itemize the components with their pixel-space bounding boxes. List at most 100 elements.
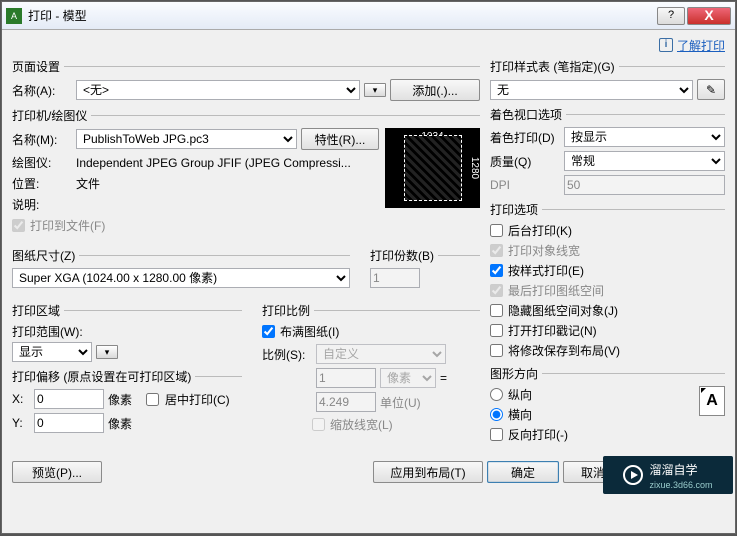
plot-paperspace-last-label: 最后打印图纸空间: [508, 282, 604, 299]
landscape-label: 横向: [508, 406, 532, 423]
scale-den-input: [316, 392, 376, 412]
copies-title: 打印份数(B): [370, 247, 434, 264]
add-page-setup-button[interactable]: 添加(.)...: [390, 79, 480, 101]
background-print-label: 后台打印(K): [508, 222, 572, 239]
offset-x-input[interactable]: [34, 389, 104, 409]
portrait-radio[interactable]: [490, 388, 503, 401]
scale-title: 打印比例: [262, 302, 310, 319]
equals-label: =: [440, 371, 447, 385]
title-bar: A 打印 - 模型 ? X: [2, 2, 735, 30]
brush-icon: ✎: [706, 83, 716, 97]
print-range-label: 打印范围(W):: [12, 325, 83, 339]
paper-size-select[interactable]: Super XGA (1024.00 x 1280.00 像素): [12, 268, 350, 288]
plot-options-title: 打印选项: [490, 201, 538, 218]
shaded-viewport-title: 着色视口选项: [490, 106, 562, 123]
shade-print-label: 着色打印(D): [490, 129, 560, 146]
window-title: 打印 - 模型: [28, 7, 87, 24]
info-icon: i: [659, 38, 673, 52]
preview-height: 1280: [469, 157, 480, 179]
scale-ratio-label: 比例(S):: [262, 346, 312, 363]
plotter-value: Independent JPEG Group JFIF (JPEG Compre…: [76, 156, 351, 170]
scale-ratio-select: 自定义: [316, 344, 446, 364]
plot-style-group: 打印样式表 (笔指定)(G) 无 ✎: [490, 58, 725, 100]
desc-label: 说明:: [12, 196, 72, 213]
plot-options-group: 打印选项 后台打印(K) 打印对象线宽 按样式打印(E) 最后打印图纸空间 隐藏…: [490, 201, 725, 359]
plot-with-styles-label: 按样式打印(E): [508, 262, 584, 279]
scale-lineweight-checkbox: [312, 418, 325, 431]
print-to-file-label: 打印到文件(F): [30, 217, 105, 234]
page-setup-name-select[interactable]: <无>: [76, 80, 360, 100]
plot-with-styles-checkbox[interactable]: [490, 264, 503, 277]
scale-group: 打印比例 布满图纸(I) 比例(S): 自定义 像素 =: [262, 302, 480, 433]
background-print-checkbox[interactable]: [490, 224, 503, 237]
location-value: 文件: [76, 175, 100, 192]
printer-title: 打印机/绘图仪: [12, 107, 87, 124]
page-setup-dropdown-icon[interactable]: ▾: [364, 83, 386, 97]
plot-paperspace-last-checkbox: [490, 284, 503, 297]
print-area-title: 打印区域: [12, 302, 60, 319]
preview-button[interactable]: 预览(P)...: [12, 461, 102, 483]
learn-print-link[interactable]: 了解打印: [677, 37, 725, 54]
preview-page-icon: [404, 135, 462, 201]
print-area-group: 打印区域 打印范围(W): 显示 ▾: [12, 302, 242, 362]
hide-paperspace-label: 隐藏图纸空间对象(J): [508, 302, 618, 319]
app-icon: A: [6, 8, 22, 24]
page-setup-title: 页面设置: [12, 58, 60, 75]
plot-style-select[interactable]: 无: [490, 80, 693, 100]
watermark-overlay: 溜溜自学 zixue.3d66.com: [603, 456, 733, 494]
quality-select[interactable]: 常规: [564, 151, 725, 171]
center-print-checkbox[interactable]: [146, 393, 159, 406]
offset-y-input[interactable]: [34, 413, 104, 433]
shaded-viewport-group: 着色视口选项 着色打印(D)按显示 质量(Q)常规 DPI: [490, 106, 725, 195]
orientation-preview-icon: A: [699, 386, 725, 416]
watermark-sub: zixue.3d66.com: [649, 480, 712, 490]
quality-label: 质量(Q): [490, 153, 560, 170]
play-icon: [623, 465, 643, 485]
orientation-group: 图形方向 纵向 横向 反向打印(-) A: [490, 365, 725, 446]
upside-down-label: 反向打印(-): [508, 426, 568, 443]
location-label: 位置:: [12, 175, 72, 192]
save-to-layout-label: 将修改保存到布局(V): [508, 342, 620, 359]
dpi-input: [564, 175, 725, 195]
center-print-label: 居中打印(C): [165, 391, 230, 408]
plot-style-edit-button[interactable]: ✎: [697, 79, 725, 100]
close-window-button[interactable]: X: [687, 7, 731, 25]
fit-to-paper-checkbox[interactable]: [262, 325, 275, 338]
page-setup-group: 页面设置 名称(A): <无> ▾ 添加(.)...: [12, 58, 480, 101]
offset-title: 打印偏移 (原点设置在可打印区域): [12, 368, 191, 385]
portrait-label: 纵向: [508, 386, 532, 403]
offset-y-unit: 像素: [108, 415, 132, 432]
copies-group: 打印份数(B): [370, 247, 480, 288]
paper-size-group: 图纸尺寸(Z) Super XGA (1024.00 x 1280.00 像素): [12, 247, 350, 288]
print-range-dropdown-icon[interactable]: ▾: [96, 345, 118, 359]
plot-stamp-label: 打开打印戳记(N): [508, 322, 597, 339]
scale-unit1-select: 像素: [380, 368, 436, 388]
offset-x-label: X:: [12, 392, 30, 406]
page-setup-name-label: 名称(A):: [12, 82, 72, 99]
scale-lineweight-label: 缩放线宽(L): [330, 416, 393, 433]
apply-layout-button[interactable]: 应用到布局(T): [373, 461, 483, 483]
plot-style-title: 打印样式表 (笔指定)(G): [490, 58, 615, 75]
hide-paperspace-checkbox[interactable]: [490, 304, 503, 317]
offset-x-unit: 像素: [108, 391, 132, 408]
printer-properties-button[interactable]: 特性(R)...: [301, 128, 379, 150]
copies-input: [370, 268, 420, 288]
ok-button[interactable]: 确定: [487, 461, 559, 483]
printer-name-label: 名称(M):: [12, 131, 72, 148]
offset-group: 打印偏移 (原点设置在可打印区域) X: 像素 居中打印(C) Y:: [12, 368, 242, 433]
paper-preview: 1024 1280: [385, 128, 480, 208]
landscape-radio[interactable]: [490, 408, 503, 421]
print-range-select[interactable]: 显示: [12, 342, 92, 362]
save-to-layout-checkbox[interactable]: [490, 344, 503, 357]
watermark-name: 溜溜自学: [649, 461, 712, 478]
plot-lineweights-label: 打印对象线宽: [508, 242, 580, 259]
upside-down-checkbox[interactable]: [490, 428, 503, 441]
print-to-file-checkbox: [12, 219, 25, 232]
plot-lineweights-checkbox: [490, 244, 503, 257]
printer-name-select[interactable]: PublishToWeb JPG.pc3: [76, 129, 297, 149]
shade-print-select[interactable]: 按显示: [564, 127, 725, 147]
scale-num-input: [316, 368, 376, 388]
help-window-button[interactable]: ?: [657, 7, 685, 25]
plot-stamp-checkbox[interactable]: [490, 324, 503, 337]
dpi-label: DPI: [490, 178, 560, 192]
